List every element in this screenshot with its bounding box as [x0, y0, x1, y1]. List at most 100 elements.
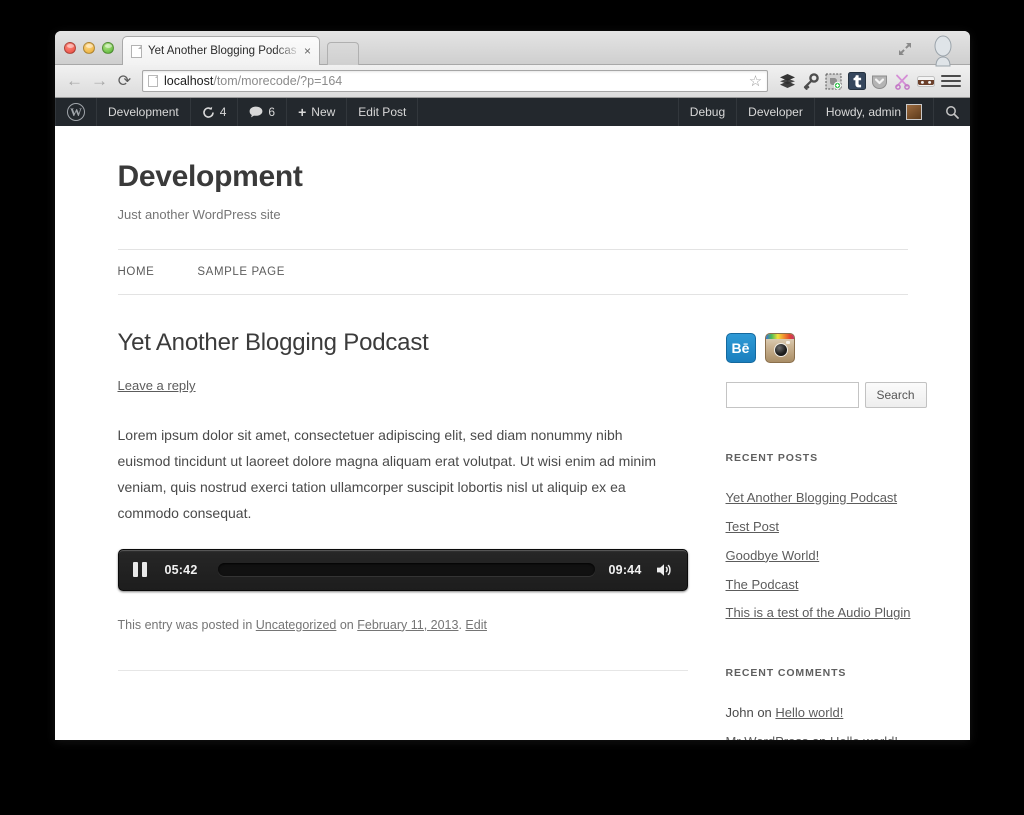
behance-icon[interactable]: Bē: [725, 333, 756, 363]
post-date-link[interactable]: February 11, 2013: [357, 618, 458, 632]
scissors-icon[interactable]: [892, 70, 913, 92]
adminbar-site-name-label: Development: [108, 105, 179, 119]
pocket-icon[interactable]: [869, 70, 890, 92]
adminbar-comments[interactable]: 6: [238, 98, 288, 126]
adminbar-wp-logo[interactable]: W: [55, 98, 97, 126]
search-input[interactable]: [725, 382, 859, 408]
volume-icon[interactable]: [656, 562, 674, 578]
site-description: Just another WordPress site: [117, 207, 281, 222]
recent-post-link[interactable]: Test Post: [726, 519, 779, 534]
search-icon: [946, 106, 959, 119]
profile-avatar-icon[interactable]: [930, 35, 956, 67]
audio-total-time: 09:44: [608, 562, 642, 577]
entry-meta-prefix: This entry was posted in: [117, 617, 256, 632]
recent-posts-list: Yet Another Blogging Podcast Test Post G…: [726, 489, 962, 623]
comment-author-link[interactable]: Mr WordPress: [726, 734, 809, 740]
browser-tab[interactable]: Yet Another Blogging Podcas ×: [122, 36, 320, 65]
recent-post-link[interactable]: This is a test of the Audio Plugin: [726, 605, 911, 620]
key-icon[interactable]: [800, 70, 821, 92]
primary-navigation: HOME SAMPLE PAGE: [117, 249, 908, 295]
adminbar-debug-label: Debug: [689, 105, 726, 119]
comments-count: 6: [268, 105, 276, 119]
instagram-viewfinder: [785, 341, 790, 344]
fullscreen-icon[interactable]: [897, 41, 913, 57]
recent-post-link[interactable]: Goodbye World!: [726, 548, 820, 563]
adminbar-my-account[interactable]: Howdy, admin: [813, 98, 933, 126]
entry-meta: This entry was posted in Uncategorized o…: [118, 618, 688, 632]
adminbar-developer[interactable]: Developer: [736, 98, 814, 126]
category-link[interactable]: Uncategorized: [256, 618, 337, 632]
bookmark-star-icon[interactable]: ☆: [747, 73, 764, 90]
maximize-window-button[interactable]: [102, 42, 114, 54]
entry-meta-on: on: [336, 617, 358, 632]
browser-menu-button[interactable]: [941, 75, 961, 87]
adminbar-new-content[interactable]: + New: [287, 98, 348, 126]
avatar: [906, 104, 922, 120]
comment-on-text: on: [808, 734, 830, 740]
recent-post-link[interactable]: Yet Another Blogging Podcast: [726, 490, 898, 505]
site-viewport: Development Just another WordPress site …: [55, 126, 970, 740]
list-item: Mr WordPress on Hello world!: [726, 733, 962, 740]
social-icons-widget: Bē: [725, 333, 962, 363]
adminbar-edit-post-label: Edit Post: [358, 105, 407, 119]
back-button[interactable]: ←: [62, 69, 87, 93]
adminbar-updates[interactable]: 4: [191, 98, 239, 126]
instagram-icon[interactable]: [764, 333, 795, 363]
forward-button[interactable]: →: [87, 69, 112, 93]
leave-a-reply-link[interactable]: Leave a reply: [118, 378, 196, 393]
minimize-window-button[interactable]: [83, 42, 95, 54]
comment-post-link[interactable]: Hello world!: [775, 705, 843, 720]
post-body-text: Lorem ipsum dolor sit amet, consectetuer…: [117, 427, 657, 521]
browser-window: Yet Another Blogging Podcas × ← → ⟳ loca…: [55, 31, 970, 740]
search-submit-button[interactable]: Search: [864, 382, 927, 408]
address-bar[interactable]: localhost/tom/morecode/?p=164 ☆: [142, 70, 768, 92]
sidebar: Bē Search RECENT POSTS Yet Another Blogg…: [725, 329, 962, 740]
audio-player[interactable]: 05:42 09:44: [117, 548, 688, 591]
tumblr-icon[interactable]: [846, 70, 867, 92]
adminbar-spacer: [418, 98, 677, 126]
list-item: John on Hello world!: [726, 704, 962, 723]
content-divider: [117, 669, 688, 671]
adminbar-edit-post[interactable]: Edit Post: [347, 98, 419, 126]
list-item: The Podcast: [726, 576, 962, 595]
comment-author: John: [725, 705, 754, 721]
adminbar-new-label: New: [311, 105, 336, 119]
adminbar-site-name[interactable]: Development: [97, 98, 191, 126]
nav-item-sample-page[interactable]: SAMPLE PAGE: [197, 266, 285, 278]
comment-post-link[interactable]: Hello world!: [830, 734, 898, 740]
comment-bubble-icon: [250, 106, 263, 118]
plus-icon: +: [298, 104, 307, 120]
list-item: Yet Another Blogging Podcast: [726, 489, 962, 508]
audio-progress-slider[interactable]: [218, 563, 595, 577]
audio-current-time: 05:42: [164, 562, 198, 577]
list-item: Goodbye World!: [726, 547, 962, 566]
browser-toolbar: ← → ⟳ localhost/tom/morecode/?p=164 ☆: [55, 65, 970, 98]
edit-post-link[interactable]: Edit: [465, 618, 487, 632]
close-window-button[interactable]: [64, 42, 76, 54]
new-tab-button[interactable]: [327, 42, 359, 65]
comment-on-text: on: [753, 705, 776, 721]
wordpress-logo-icon: W: [67, 103, 85, 121]
pause-button[interactable]: [132, 562, 147, 578]
reload-button[interactable]: ⟳: [112, 69, 137, 93]
close-tab-icon[interactable]: ×: [302, 45, 313, 57]
url-path: /tom/morecode/?p=164: [213, 74, 343, 88]
recent-comments-list: John on Hello world! Mr WordPress on Hel…: [726, 704, 962, 740]
site-title[interactable]: Development: [118, 160, 908, 194]
recent-comments-title: RECENT COMMENTS: [725, 667, 847, 680]
recent-posts-title: RECENT POSTS: [725, 452, 818, 464]
adminbar-debug[interactable]: Debug: [677, 98, 736, 126]
incognito-mask-icon[interactable]: [915, 70, 936, 92]
main-content: Yet Another Blogging Podcast Leave a rep…: [117, 329, 688, 740]
nav-item-home[interactable]: HOME: [118, 266, 155, 278]
updates-refresh-icon: [202, 106, 214, 118]
list-item: This is a test of the Audio Plugin: [726, 604, 962, 623]
adminbar-search[interactable]: [933, 98, 970, 126]
list-item: Test Post: [726, 518, 962, 537]
browser-tab-strip: Yet Another Blogging Podcas ×: [55, 31, 970, 67]
evernote-icon[interactable]: [823, 70, 844, 92]
buffer-stack-icon[interactable]: [777, 70, 798, 92]
recent-post-link[interactable]: The Podcast: [726, 577, 799, 592]
wordpress-admin-bar: W Development 4 6 + New Edit Post Debug …: [55, 98, 970, 126]
url-favicon-icon: [148, 75, 158, 87]
